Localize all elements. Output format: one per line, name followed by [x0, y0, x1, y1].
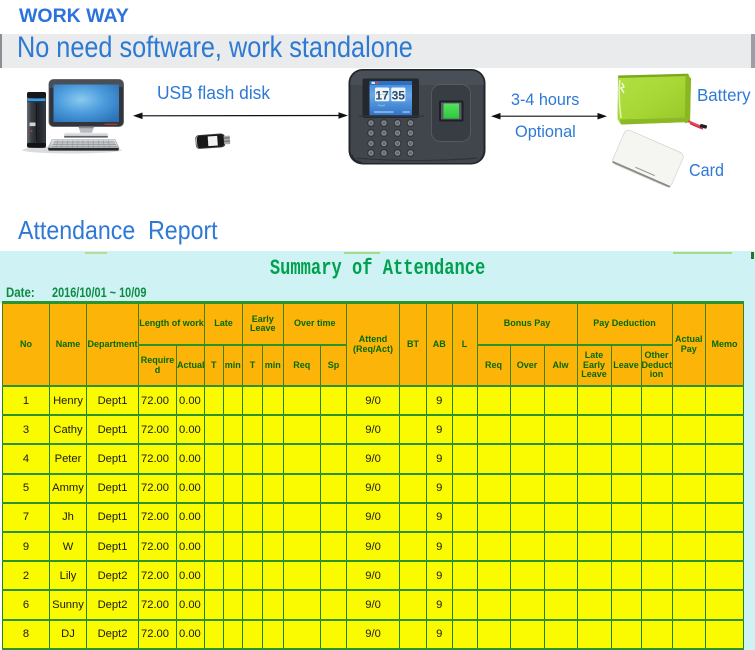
- svg-text:17: 17: [375, 88, 389, 102]
- svg-text:35: 35: [392, 88, 406, 102]
